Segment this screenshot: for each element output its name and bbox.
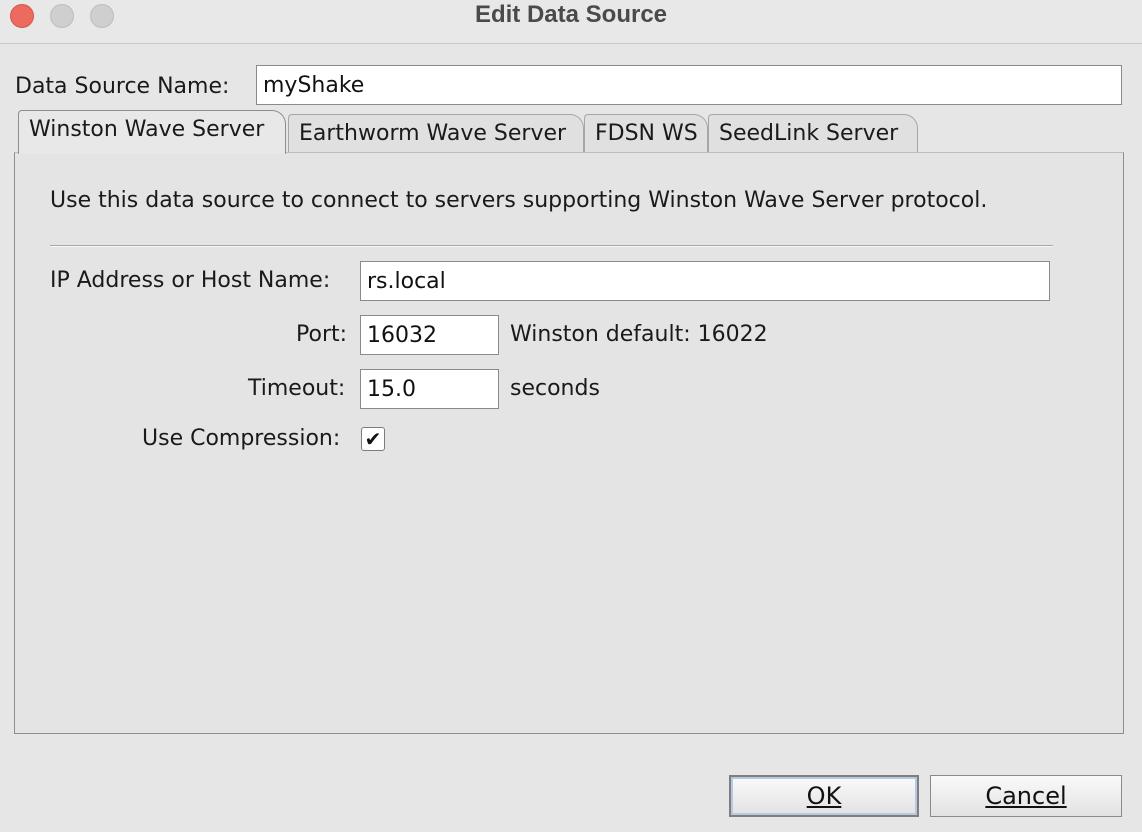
data-source-name-input[interactable] <box>256 65 1122 105</box>
tab-fdsn-ws[interactable]: FDSN WS <box>584 114 708 152</box>
checkmark-icon: ✔ <box>364 427 382 451</box>
host-input[interactable] <box>360 261 1050 301</box>
ok-button[interactable]: OK <box>729 775 919 817</box>
timeout-unit: seconds <box>510 376 600 401</box>
port-input[interactable] <box>360 315 499 355</box>
host-label: IP Address or Host Name: <box>50 268 331 293</box>
description-text: Use this data source to connect to serve… <box>50 188 988 213</box>
compression-checkbox[interactable]: ✔ <box>361 427 385 451</box>
title-bar: Edit Data Source <box>0 0 1142 44</box>
port-label: Port: <box>296 322 348 347</box>
compression-label: Use Compression: <box>142 426 341 451</box>
cancel-button[interactable]: Cancel <box>930 775 1122 817</box>
data-source-name-label: Data Source Name: <box>15 74 230 99</box>
timeout-input[interactable] <box>360 369 499 409</box>
timeout-label: Timeout: <box>248 376 346 401</box>
separator <box>50 245 1053 247</box>
tab-winston-wave-server[interactable]: Winston Wave Server <box>18 110 286 154</box>
tab-seedlink-server[interactable]: SeedLink Server <box>708 114 918 152</box>
tab-earthworm-wave-server[interactable]: Earthworm Wave Server <box>288 114 584 152</box>
port-default-hint: Winston default: 16022 <box>510 322 768 347</box>
window-title: Edit Data Source <box>474 1 668 28</box>
